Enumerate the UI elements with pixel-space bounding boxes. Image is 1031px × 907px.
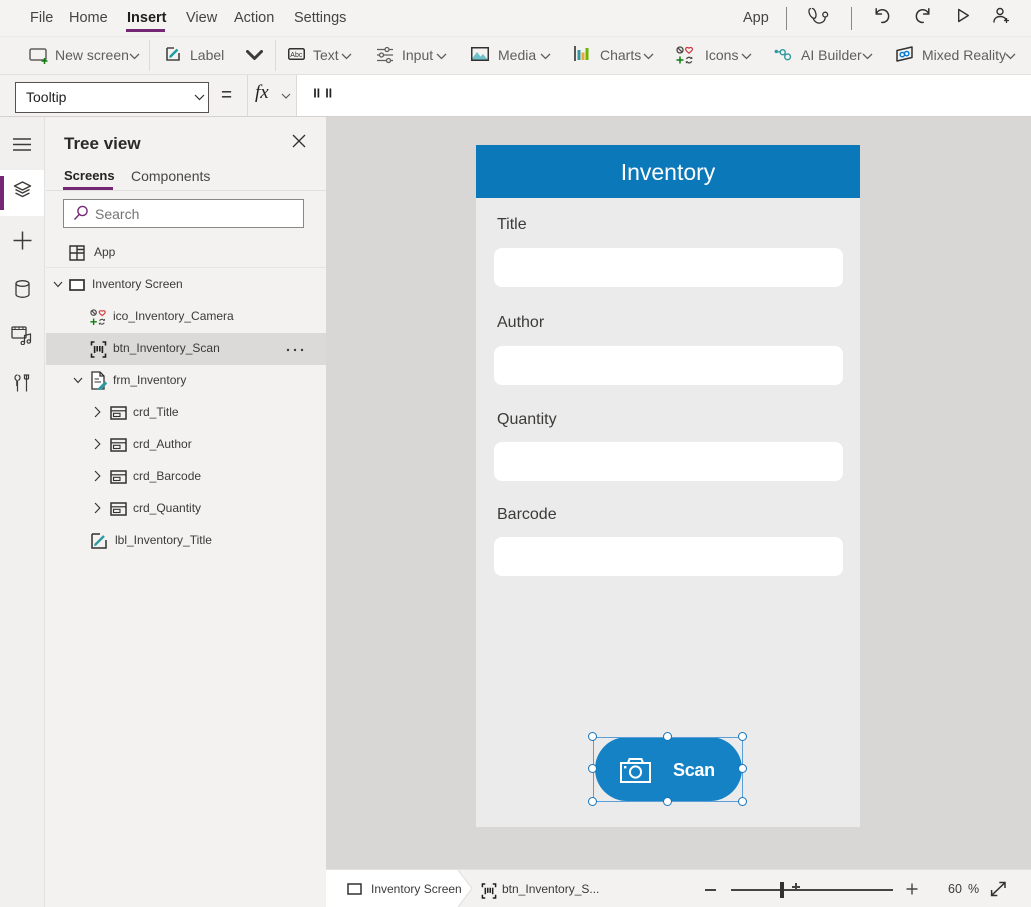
- svg-text:Abc: Abc: [290, 52, 303, 59]
